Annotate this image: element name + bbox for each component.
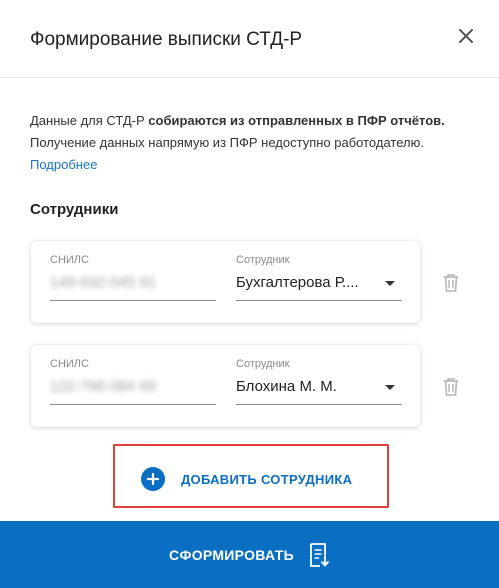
employees-section-title: Сотрудники [30,201,119,218]
employee-card: СНИЛС 122-796-084 69 Сотрудник Блохина М… [31,345,420,427]
close-icon [459,29,473,43]
trash-icon [444,378,458,396]
snils-label: СНИЛС [50,358,89,370]
info-line-1: Данные для СТД-Р собираются из отправлен… [30,110,475,132]
snils-label: СНИЛС [50,254,89,266]
close-button[interactable] [452,22,480,50]
delete-employee-button[interactable] [440,376,462,398]
details-link[interactable]: Подробнее [30,157,97,172]
submit-label: СФОРМИРОВАТЬ [169,546,294,563]
std-r-dialog: Формирование выписки СТД-Р Данные для СТ… [0,0,499,588]
employee-card: СНИЛС 149-632-045 91 Сотрудник Бухгалтер… [31,241,420,323]
snils-value: 149-632-045 91 [50,274,156,291]
chevron-down-icon[interactable] [385,281,395,286]
info-text: Данные для СТД-Р собираются из отправлен… [30,110,475,176]
employee-underline [236,404,402,405]
add-employee-button[interactable]: ДОБАВИТЬ СОТРУДНИКА [141,464,352,494]
dialog-title: Формирование выписки СТД-Р [30,29,303,50]
employee-underline [236,300,402,301]
snils-underline [50,300,216,301]
employee-label: Сотрудник [236,254,290,266]
document-download-icon [310,542,329,567]
plus-circle-icon [141,467,165,491]
info-line-2: Получение данных напрямую из ПФР недосту… [30,135,424,150]
employee-label: Сотрудник [236,358,290,370]
trash-icon [444,274,458,292]
snils-underline [50,404,216,405]
submit-button[interactable]: СФОРМИРОВАТЬ [0,521,499,588]
delete-employee-button[interactable] [440,272,462,294]
chevron-down-icon[interactable] [385,385,395,390]
info-line-1-prefix: Данные для СТД-Р [30,113,149,128]
dialog-header: Формирование выписки СТД-Р [0,0,499,78]
employee-value: Бухгалтерова Р.... [236,274,359,291]
snils-value: 122-796-084 69 [50,378,156,395]
info-line-1-bold: собираются из отправленных в ПФР отчётов… [148,113,445,128]
add-employee-label: ДОБАВИТЬ СОТРУДНИКА [181,471,353,487]
employee-value: Блохина М. М. [236,378,337,395]
